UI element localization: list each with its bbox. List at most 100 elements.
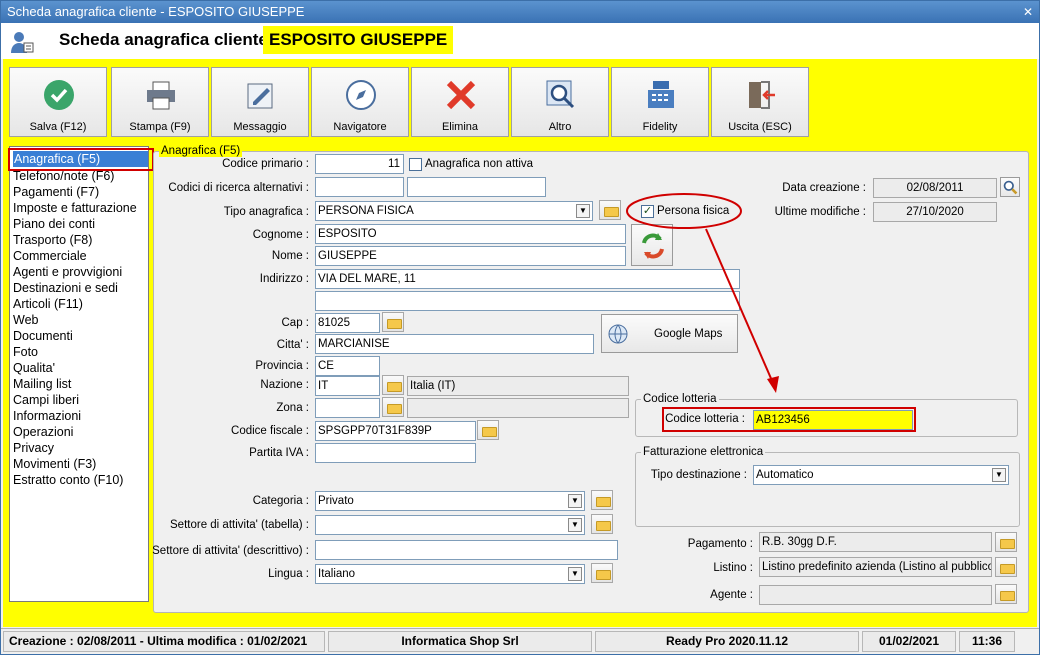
navigator-button[interactable]: Navigatore xyxy=(311,67,409,137)
navigator-label: Navigatore xyxy=(333,121,387,133)
tipo-dest-value: Automatico xyxy=(756,469,814,481)
folder-icon[interactable] xyxy=(591,514,613,534)
provincia-field[interactable]: CE xyxy=(315,356,380,376)
data-creazione-label: Data creazione : xyxy=(782,182,866,194)
nav-item[interactable]: Privacy xyxy=(13,440,54,456)
chevron-down-icon[interactable]: ▼ xyxy=(992,468,1006,482)
nome-field[interactable]: GIUSEPPE xyxy=(315,246,626,266)
folder-icon[interactable] xyxy=(382,397,404,417)
codici-alt-label: Codici di ricerca alternativi : xyxy=(168,182,309,194)
window-titlebar[interactable]: Scheda anagrafica cliente - ESPOSITO GIU… xyxy=(1,1,1039,23)
message-label: Messaggio xyxy=(233,121,287,133)
tipo-dest-select[interactable]: Automatico ▼ xyxy=(753,465,1009,485)
print-button[interactable]: Stampa (F9) xyxy=(111,67,209,137)
nav-item[interactable]: Movimenti (F3) xyxy=(13,456,96,472)
chevron-down-icon[interactable]: ▼ xyxy=(568,567,582,581)
provincia-label: Provincia : xyxy=(255,360,309,372)
pagamento-field: R.B. 30gg D.F. xyxy=(759,532,992,552)
nav-item[interactable]: Campi liberi xyxy=(13,392,79,408)
save-button[interactable]: Salva (F12) xyxy=(9,67,107,137)
nav-item[interactable]: Imposte e fatturazione xyxy=(13,200,137,216)
chevron-down-icon[interactable]: ▼ xyxy=(568,518,582,532)
lotteria-field[interactable]: AB123456 xyxy=(753,410,913,430)
settore-desc-label: Settore di attivita' (descrittivo) : xyxy=(152,545,309,557)
cognome-field[interactable]: ESPOSITO xyxy=(315,224,626,244)
settore-tab-select[interactable]: ▼ xyxy=(315,515,585,535)
refresh-icon xyxy=(642,233,664,259)
customer-icon xyxy=(11,32,34,53)
codice-primario-field[interactable]: 11 xyxy=(315,154,404,174)
lingua-select[interactable]: Italiano ▼ xyxy=(315,564,585,584)
tipo-select[interactable]: PERSONA FISICA ▼ xyxy=(315,201,593,221)
zona-field[interactable] xyxy=(315,398,380,418)
nav-item[interactable]: Articoli (F11) xyxy=(13,296,83,312)
nav-item[interactable]: Foto xyxy=(13,344,38,360)
non-attiva-checkbox[interactable] xyxy=(409,158,422,171)
persona-fisica-checkbox[interactable]: ✓ xyxy=(641,205,654,218)
folder-icon[interactable] xyxy=(477,420,499,440)
nav-item[interactable]: Informazioni xyxy=(13,408,81,424)
folder-icon[interactable] xyxy=(382,312,404,332)
message-button[interactable]: Messaggio xyxy=(211,67,309,137)
nazione-label: Nazione : xyxy=(260,379,309,391)
nav-item[interactable]: Operazioni xyxy=(13,424,73,440)
swap-names-button[interactable] xyxy=(631,224,673,266)
ultime-mod-field: 27/10/2020 xyxy=(873,202,997,222)
nav-item[interactable]: Piano dei conti xyxy=(13,216,95,232)
cf-label: Codice fiscale : xyxy=(231,425,309,437)
folder-icon[interactable] xyxy=(599,200,621,220)
nav-item[interactable]: Qualita' xyxy=(13,360,55,376)
citta-field[interactable]: MARCIANISE xyxy=(315,334,594,354)
nav-item[interactable]: Pagamenti (F7) xyxy=(13,184,99,200)
indirizzo2-field[interactable] xyxy=(315,291,740,311)
print-label: Stampa (F9) xyxy=(129,121,191,133)
folder-icon[interactable] xyxy=(995,532,1017,552)
settore-tab-label: Settore di attivita' (tabella) : xyxy=(170,519,309,531)
nav-item[interactable]: Web xyxy=(13,312,38,328)
lotteria-group-title: Codice lotteria xyxy=(641,393,719,405)
search-icon xyxy=(546,80,575,109)
folder-icon[interactable] xyxy=(995,557,1017,577)
google-maps-button[interactable]: Google Maps xyxy=(601,314,738,353)
exit-button[interactable]: Uscita (ESC) xyxy=(711,67,809,137)
zona-desc-field xyxy=(407,398,629,418)
nav-item[interactable]: Agenti e provvigioni xyxy=(13,264,122,280)
status-bar: Creazione : 02/08/2011 - Ultima modifica… xyxy=(1,628,1039,654)
history-button[interactable] xyxy=(1000,177,1020,197)
codice-alt-1-field[interactable] xyxy=(315,177,404,197)
fatturazione-group-title: Fatturazione elettronica xyxy=(641,446,766,458)
nav-item[interactable]: Destinazioni e sedi xyxy=(13,280,118,296)
codice-alt-2-field[interactable] xyxy=(407,177,546,197)
folder-icon[interactable] xyxy=(382,375,404,395)
categoria-select[interactable]: Privato ▼ xyxy=(315,491,585,511)
folder-icon[interactable] xyxy=(591,563,613,583)
search-icon xyxy=(1003,180,1018,195)
cf-field[interactable]: SPSGPP70T31F839P xyxy=(315,421,476,441)
close-icon[interactable]: ✕ xyxy=(1021,5,1035,19)
piva-label: Partita IVA : xyxy=(249,447,309,459)
nav-item[interactable]: Documenti xyxy=(13,328,73,344)
more-button[interactable]: Altro xyxy=(511,67,609,137)
delete-button[interactable]: Elimina xyxy=(411,67,509,137)
settore-desc-field[interactable] xyxy=(315,540,618,560)
nav-item[interactable]: Commerciale xyxy=(13,248,87,264)
nazione-field[interactable]: IT xyxy=(315,376,380,396)
folder-icon[interactable] xyxy=(995,584,1017,604)
fidelity-button[interactable]: Fidelity xyxy=(611,67,709,137)
nav-item[interactable]: Trasporto (F8) xyxy=(13,232,92,248)
cap-field[interactable]: 81025 xyxy=(315,313,380,333)
indirizzo-field[interactable]: VIA DEL MARE, 11 xyxy=(315,269,740,289)
delete-label: Elimina xyxy=(441,121,479,133)
non-attiva-label: Anagrafica non attiva xyxy=(425,158,534,170)
tipo-label: Tipo anagrafica : xyxy=(223,206,309,218)
nav-item[interactable]: Estratto conto (F10) xyxy=(13,472,123,488)
persona-fisica-label: Persona fisica xyxy=(657,205,730,217)
folder-icon[interactable] xyxy=(591,490,613,510)
cash-register-icon xyxy=(648,81,674,108)
chevron-down-icon[interactable]: ▼ xyxy=(568,494,582,508)
page-title: Scheda anagrafica cliente - xyxy=(59,30,279,49)
nav-item[interactable]: Mailing list xyxy=(13,376,71,392)
chevron-down-icon[interactable]: ▼ xyxy=(576,204,590,218)
piva-field[interactable] xyxy=(315,443,476,463)
save-label: Salva (F12) xyxy=(29,121,87,133)
